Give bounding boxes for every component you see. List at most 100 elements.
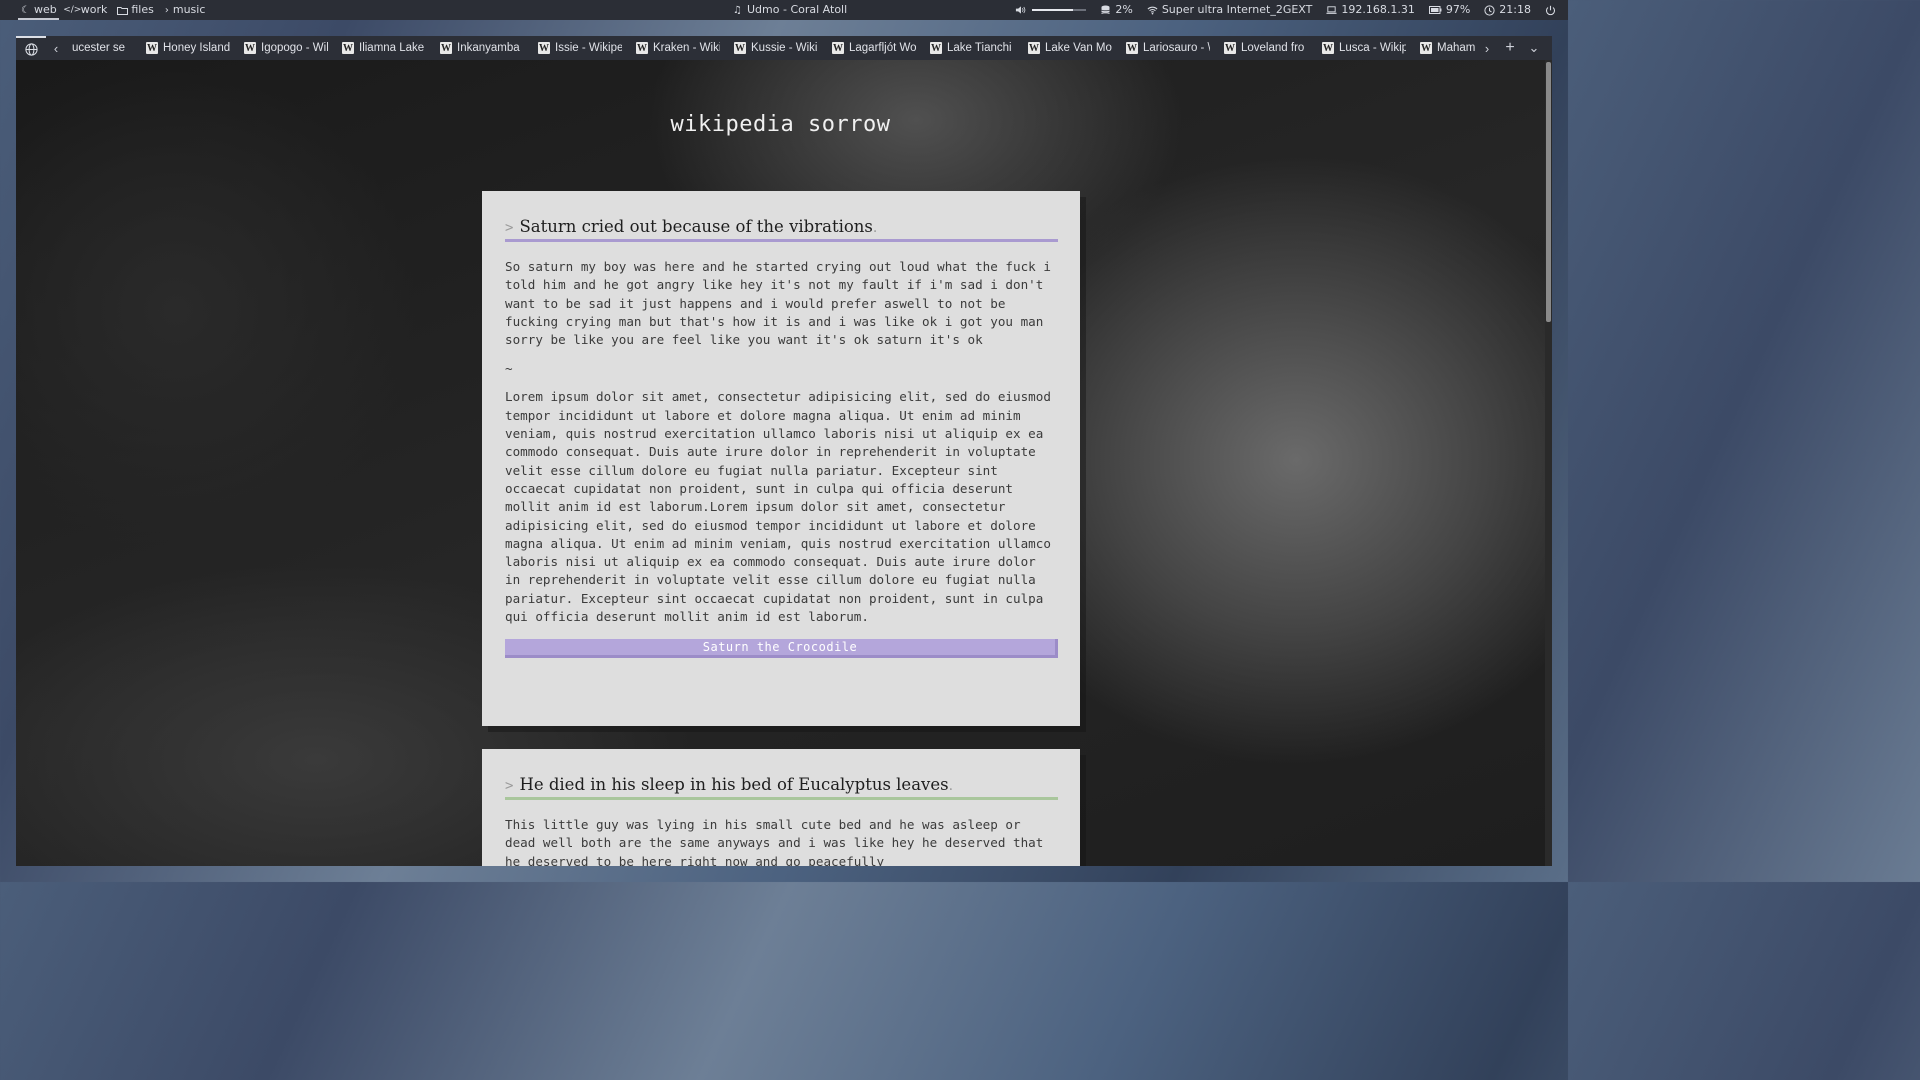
laptop-icon — [1326, 5, 1337, 16]
clock[interactable]: 21:18 — [1484, 0, 1531, 20]
workspace-label: music — [172, 3, 206, 16]
chevron-right-icon: › — [164, 4, 169, 16]
tab-menu-chevron-down-icon[interactable]: ⌄ — [1522, 36, 1546, 60]
wikipedia-favicon-icon: W — [1322, 42, 1334, 54]
wikipedia-favicon-icon: W — [342, 42, 354, 54]
title-dot: . — [872, 220, 878, 236]
wikipedia-favicon-icon: W — [1028, 42, 1040, 54]
post-header: > Saturn cried out because of the vibrat… — [505, 217, 1058, 242]
wikipedia-favicon-icon: W — [1224, 42, 1236, 54]
workspace-files[interactable]: files — [117, 0, 154, 20]
moon-icon: ☾ — [21, 4, 30, 16]
wikipedia-favicon-icon: W — [244, 42, 256, 54]
wikipedia-favicon-icon: W — [1420, 42, 1432, 54]
browser-tab[interactable]: ucester se — [66, 36, 132, 60]
tab-label: Issie - Wikipe — [555, 42, 622, 54]
tab-scroll-right-icon[interactable]: › — [1476, 36, 1498, 60]
page-scrollbar[interactable] — [1545, 60, 1552, 866]
tab-label: ucester se — [72, 42, 126, 54]
volume-slider-fill — [1032, 9, 1073, 11]
browser-tab[interactable]: W Lagarfljót Wo — [818, 36, 916, 60]
clock-time: 21:18 — [1499, 3, 1531, 16]
browser-tab[interactable]: W Igopogo - Wil — [230, 36, 328, 60]
wikipedia-favicon-icon: W — [440, 42, 452, 54]
wikipedia-favicon-icon: W — [832, 42, 844, 54]
tab-label: Loveland fro — [1241, 42, 1305, 54]
tab-label: Lagarfljót Wo — [849, 42, 916, 54]
tab-label: Honey Island — [163, 42, 230, 54]
power-button[interactable] — [1545, 5, 1556, 16]
post-body: Lorem ipsum dolor sit amet, consectetur … — [505, 389, 1051, 625]
tab-label: Kraken - Wiki — [653, 42, 720, 54]
battery-icon — [1428, 5, 1442, 16]
post-card: > He died in his sleep in his bed of Euc… — [482, 749, 1080, 866]
scrollbar-thumb[interactable] — [1546, 62, 1551, 322]
database-icon — [1100, 5, 1111, 16]
browser-tab[interactable]: W Mahamba - \ — [1406, 36, 1476, 60]
wikipedia-favicon-icon: W — [146, 42, 158, 54]
post-title[interactable]: He died in his sleep in his bed of Eucal… — [519, 775, 948, 794]
caret-icon: > — [505, 220, 514, 236]
post-header: > He died in his sleep in his bed of Euc… — [505, 775, 1058, 800]
new-tab-icon[interactable]: + — [1498, 36, 1522, 60]
browser-tab[interactable]: W Inkanyamba — [426, 36, 524, 60]
ip-address: 192.168.1.31 — [1341, 3, 1415, 16]
post-body: So saturn my boy was here and he started… — [505, 259, 1051, 348]
battery-value: 97% — [1445, 3, 1471, 16]
tab-label: Inkanyamba — [457, 42, 520, 54]
page-content[interactable]: wikipedia sorrow > Saturn cried out beca… — [16, 60, 1545, 866]
wifi-status[interactable]: Super ultra Internet_2GEXT — [1147, 0, 1313, 20]
workspace-label: web — [34, 3, 57, 16]
tab-label: Lake Tianchi I — [947, 42, 1014, 54]
workspace-music[interactable]: › music — [164, 0, 206, 20]
browser-window: ‹ ucester se W Honey Island W Igopogo - Wil W… — [16, 36, 1552, 866]
browser-tab[interactable]: W Honey Island — [132, 36, 230, 60]
browser-tab[interactable]: W Loveland fro — [1210, 36, 1308, 60]
title-dot: . — [948, 778, 954, 794]
post-link-button[interactable]: Saturn the Crocodile — [505, 639, 1058, 659]
site-title: wikipedia sorrow — [670, 112, 891, 137]
browser-tab[interactable]: W Lusca - Wikipe — [1308, 36, 1406, 60]
power-icon — [1545, 5, 1556, 16]
wikipedia-favicon-icon: W — [734, 42, 746, 54]
music-note-icon: ♫ — [733, 4, 742, 16]
tab-list: ucester se W Honey Island W Igopogo - Wil W Il… — [66, 36, 1476, 60]
wikipedia-favicon-icon: W — [636, 42, 648, 54]
wifi-ssid: Super ultra Internet_2GEXT — [1161, 3, 1313, 16]
wikipedia-favicon-icon: W — [1126, 42, 1138, 54]
battery-status: 97% — [1428, 0, 1471, 20]
browser-tab[interactable]: W Iliamna Lake — [328, 36, 426, 60]
folder-icon — [117, 5, 129, 16]
now-playing[interactable]: ♫ Udmo - Coral Atoll — [732, 0, 847, 20]
tab-label: Iliamna Lake — [359, 42, 425, 54]
post-title[interactable]: Saturn cried out because of the vibratio… — [519, 217, 872, 236]
volume-slider[interactable] — [1032, 9, 1087, 11]
wikipedia-favicon-icon: W — [538, 42, 550, 54]
caret-icon: > — [505, 778, 514, 794]
post-separator: ~ — [505, 361, 513, 377]
workspace-label: files — [131, 3, 154, 16]
tab-bar: ‹ ucester se W Honey Island W Igopogo - Wil W… — [16, 36, 1552, 60]
browser-tab[interactable]: W Lake Tianchi I — [916, 36, 1014, 60]
tab-scroll-left-icon[interactable]: ‹ — [46, 36, 66, 60]
workspace-work[interactable]: </> work — [63, 0, 108, 20]
workspace-web[interactable]: ☾ web — [18, 0, 59, 20]
post-body: This little guy was lying in his small c… — [505, 817, 1044, 866]
workspace-switcher: ☾ web </> work files › music — [0, 0, 205, 20]
disk-usage-value: 2% — [1115, 3, 1133, 16]
globe-icon[interactable] — [16, 36, 46, 60]
tab-label: Kussie - Wikip — [751, 42, 818, 54]
browser-tab[interactable]: W Issie - Wikipe — [524, 36, 622, 60]
browser-tab[interactable]: W Lake Van Mo — [1014, 36, 1112, 60]
workspace-label: work — [80, 3, 108, 16]
network-ip: 192.168.1.31 — [1326, 0, 1415, 20]
tab-label: Lusca - Wikipe — [1339, 42, 1406, 54]
browser-tab[interactable]: W Kussie - Wikip — [720, 36, 818, 60]
volume-control[interactable] — [1015, 5, 1087, 16]
browser-tab[interactable]: W Lariosauro - \ — [1112, 36, 1210, 60]
browser-tab[interactable]: W Kraken - Wiki — [622, 36, 720, 60]
disk-usage: 2% — [1100, 0, 1133, 20]
system-tray: 2% Super ultra Internet_2GEXT 192.168.1.… — [1015, 0, 1556, 20]
now-playing-title: Udmo - Coral Atoll — [747, 3, 848, 16]
wifi-icon — [1147, 5, 1158, 16]
